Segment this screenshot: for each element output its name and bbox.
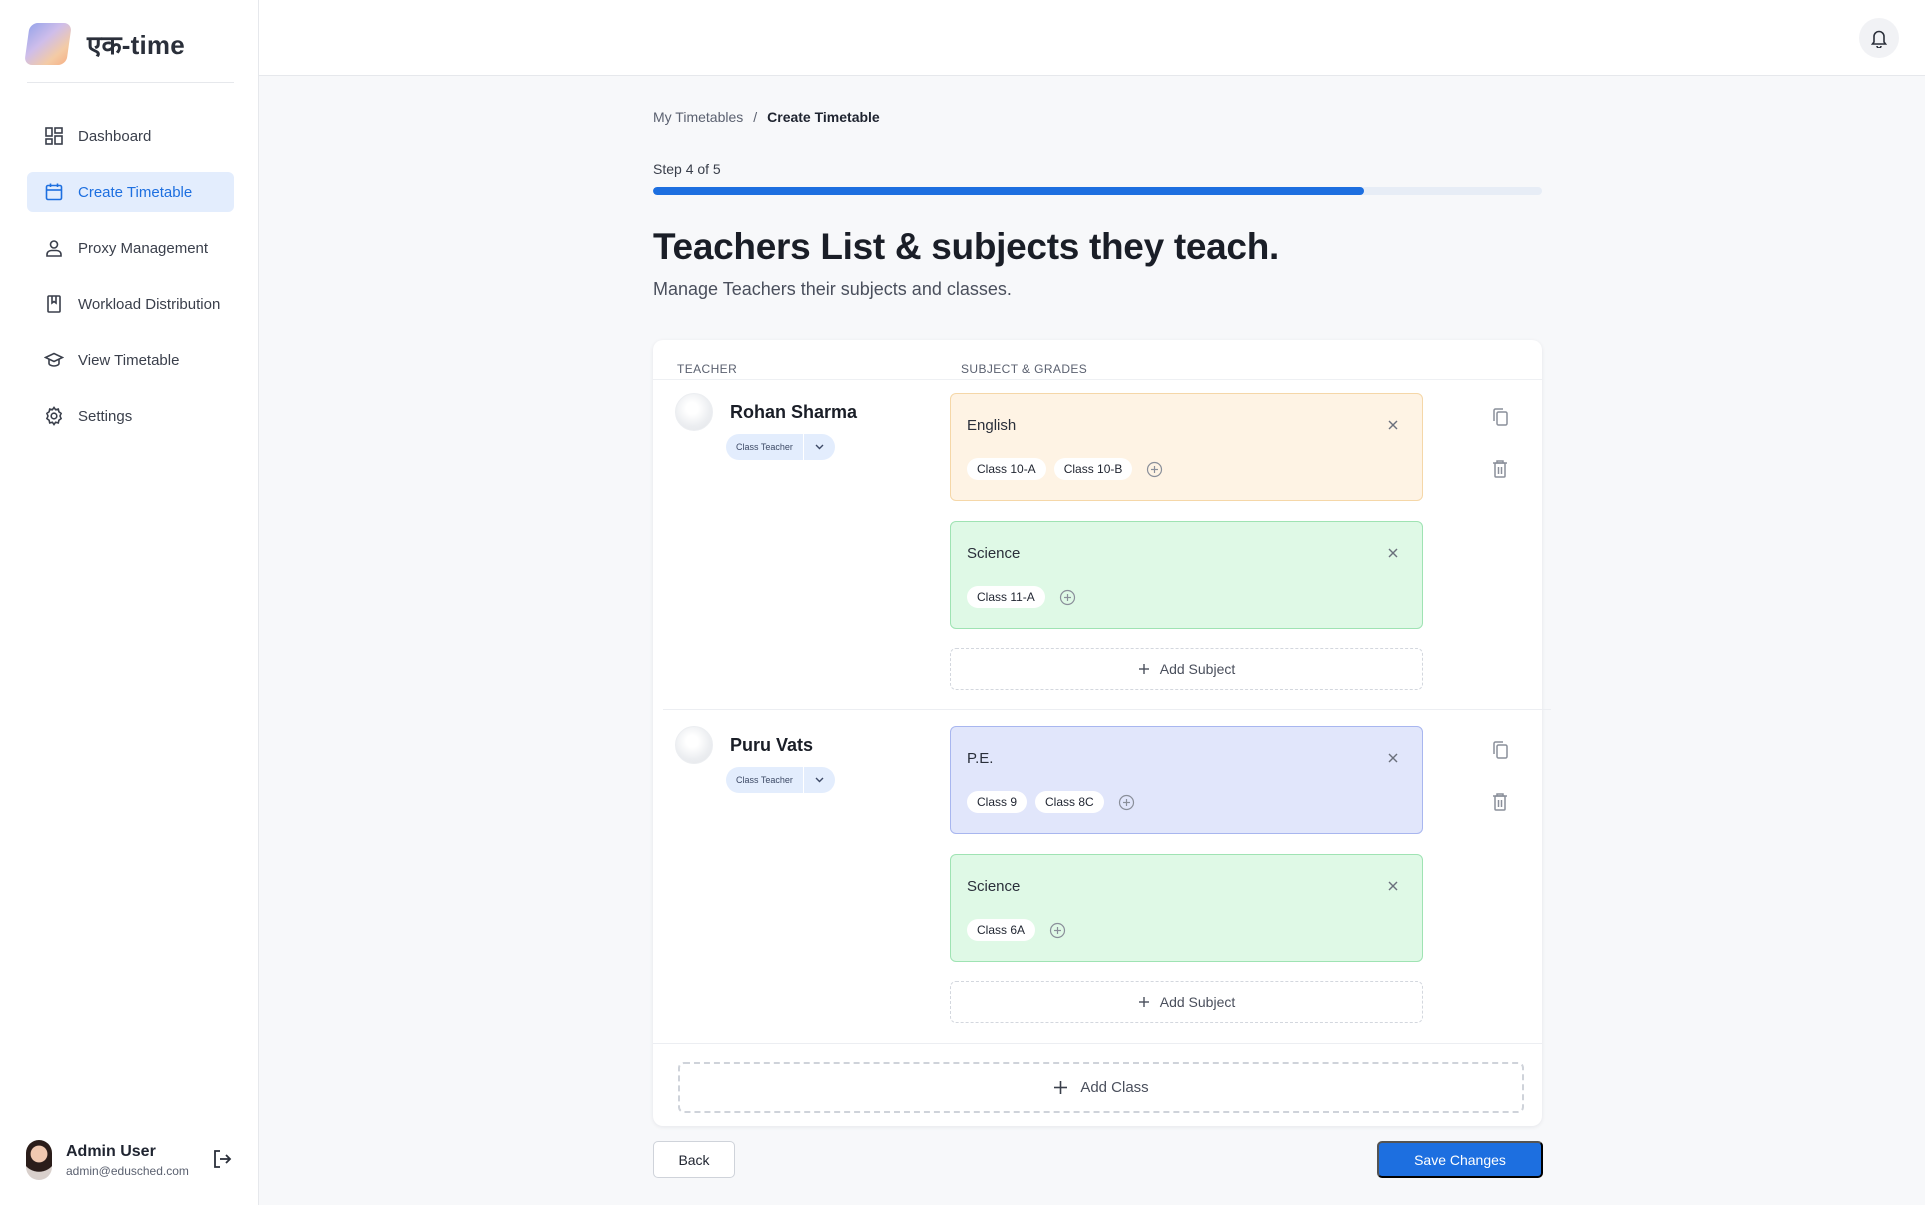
chevron-down-icon[interactable] [802,767,835,793]
chevron-down-icon[interactable] [802,434,835,460]
role-label: Class Teacher [736,442,793,452]
sidebar-nav: Dashboard Create Timetable Proxy Managem… [27,116,234,452]
role-dropdown[interactable]: Class Teacher [726,434,835,460]
sidebar-item-label: View Timetable [78,351,180,369]
logout-icon[interactable] [211,1148,233,1170]
close-icon[interactable] [1386,418,1400,432]
close-icon[interactable] [1386,751,1400,765]
class-chip[interactable]: Class 11-A [967,586,1045,608]
subjects-column-header: SUBJECT & GRADES [961,362,1088,376]
subject-card: Science Class 6A [950,854,1423,962]
add-class-button[interactable]: Add Class [678,1062,1524,1113]
sidebar-item-dashboard[interactable]: Dashboard [27,116,234,156]
sidebar-item-proxy-management[interactable]: Proxy Management [27,228,234,268]
page-title: Teachers List & subjects they teach. [653,226,1279,267]
breadcrumb: My Timetables / Create Timetable [653,109,880,125]
add-circle-icon[interactable] [1049,922,1066,939]
sidebar: एक-time Dashboard Create Timetable Proxy… [0,0,259,1205]
progress-bar [653,187,1542,195]
copy-icon[interactable] [1491,740,1509,760]
teacher-column-header: TEACHER [677,362,738,376]
teacher-name: Rohan Sharma [730,402,858,422]
subject-name: Science [967,545,1021,562]
notifications-button[interactable] [1859,18,1899,58]
add-subject-button[interactable]: Add Subject [950,648,1423,690]
add-circle-icon[interactable] [1059,589,1076,606]
class-chip[interactable]: Class 9 [967,791,1028,813]
back-button[interactable]: Back [653,1141,735,1178]
divider [27,82,234,83]
sidebar-item-label: Workload Distribution [78,295,221,313]
add-circle-icon[interactable] [1118,794,1135,811]
subject-name: English [967,417,1017,434]
plus-icon [1138,997,1149,1007]
trash-icon[interactable] [1491,459,1509,479]
row-divider [653,1043,1542,1044]
sidebar-item-label: Settings [78,407,133,425]
sidebar-item-label: Dashboard [78,127,152,145]
subject-name: Science [967,878,1021,895]
brand-name: एक-time [87,30,185,60]
trash-icon[interactable] [1491,792,1509,812]
subject-card: P.E. Class 9 Class 8C [950,726,1423,834]
subject-name: P.E. [967,750,994,767]
sidebar-item-label: Create Timetable [78,183,193,201]
graduation-cap-icon [44,352,64,367]
plus-icon [1138,664,1149,674]
class-chip[interactable]: Class 10-A [967,458,1046,480]
bell-icon [1870,30,1888,48]
sidebar-item-create-timetable[interactable]: Create Timetable [27,172,234,212]
close-icon[interactable] [1386,546,1400,560]
class-chip[interactable]: Class 6A [967,919,1036,941]
teacher-avatar [675,726,713,764]
save-changes-button[interactable]: Save Changes [1377,1141,1543,1178]
brand-logo [24,23,72,65]
class-chip[interactable]: Class 8C [1035,791,1104,813]
topbar [259,0,1925,76]
user-name: Admin User [66,1142,156,1160]
breadcrumb-parent[interactable]: My Timetables [653,109,743,125]
subject-card: Science Class 11-A [950,521,1423,629]
step-label: Step 4 of 5 [653,161,721,177]
add-subject-label: Add Subject [1159,661,1236,677]
row-divider [663,709,1551,710]
subject-card: English Class 10-A Class 10-B [950,393,1423,501]
teacher-name: Puru Vats [730,735,814,755]
calendar-icon [45,183,63,201]
copy-icon[interactable] [1491,407,1509,427]
add-circle-icon[interactable] [1146,461,1163,478]
bookmark-icon [47,295,61,313]
close-icon[interactable] [1386,879,1400,893]
class-chip[interactable]: Class 10-B [1053,458,1133,480]
user-card: Admin User admin@edusched.com [26,1138,236,1182]
sidebar-item-workload-distribution[interactable]: Workload Distribution [27,284,234,324]
brand[interactable]: एक-time [24,22,185,66]
page-subtitle: Manage Teachers their subjects and class… [653,279,1012,299]
breadcrumb-current: Create Timetable [767,109,880,125]
sidebar-item-label: Proxy Management [78,239,209,257]
user-icon [46,240,62,257]
breadcrumb-separator: / [753,109,758,125]
add-class-label: Add Class [1080,1079,1149,1096]
gear-icon [45,406,63,426]
avatar[interactable] [26,1140,52,1180]
progress-fill [653,187,1365,195]
dashboard-icon [45,127,63,145]
role-label: Class Teacher [736,775,793,785]
add-subject-button[interactable]: Add Subject [950,981,1423,1023]
teacher-avatar [675,393,713,431]
add-subject-label: Add Subject [1159,994,1236,1010]
header-divider [653,379,1542,380]
plus-icon [1054,1081,1068,1094]
user-email: admin@edusched.com [66,1163,189,1178]
teachers-table: TEACHER SUBJECT & GRADES Rohan Sharma Cl… [653,340,1551,1126]
role-dropdown[interactable]: Class Teacher [726,767,835,793]
sidebar-item-settings[interactable]: Settings [27,396,234,436]
sidebar-item-view-timetable[interactable]: View Timetable [27,340,234,380]
